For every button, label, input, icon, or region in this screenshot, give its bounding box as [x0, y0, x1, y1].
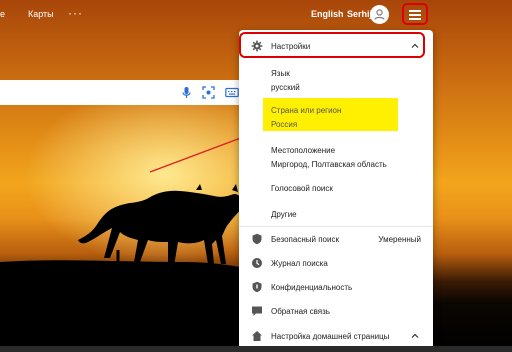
chevron-up-icon	[411, 43, 419, 48]
gear-icon	[251, 40, 263, 52]
chevron-up-icon	[411, 333, 419, 338]
feedback-item[interactable]: Обратная связь	[239, 303, 433, 319]
language-value: русский	[271, 83, 300, 92]
divider	[239, 226, 433, 227]
shield-check-icon	[252, 281, 262, 293]
settings-header-label: Настройки	[271, 42, 311, 51]
safe-search-label: Безопасный поиск	[271, 235, 339, 244]
region-setting[interactable]: Страна или регион Россия	[239, 100, 433, 130]
clock-icon	[252, 258, 262, 268]
privacy-label: Конфиденциальность	[271, 283, 353, 292]
other-settings-label: Другие	[271, 210, 297, 219]
safe-search-item[interactable]: Безопасный поиск Умеренный	[239, 231, 433, 247]
privacy-item[interactable]: Конфиденциальность	[239, 279, 433, 295]
chat-icon	[252, 306, 262, 316]
search-history-item[interactable]: Журнал поиска	[239, 255, 433, 271]
voice-search-label: Голосовой поиск	[271, 184, 333, 193]
location-setting[interactable]: Местоположение Миргород, Полтавская обла…	[239, 142, 433, 172]
location-value: Миргород, Полтавская область	[271, 160, 387, 169]
language-label: Язык	[271, 69, 290, 78]
home-icon	[252, 331, 262, 341]
region-label: Страна или регион	[271, 106, 342, 115]
region-value: Россия	[271, 120, 298, 129]
location-label: Местоположение	[271, 146, 336, 155]
search-history-label: Журнал поиска	[271, 259, 328, 268]
homepage-settings-item[interactable]: Настройка домашней страницы	[239, 328, 433, 344]
shield-icon	[252, 233, 262, 245]
voice-search-setting[interactable]: Голосовой поиск	[239, 180, 433, 196]
settings-header[interactable]: Настройки	[239, 38, 433, 54]
bottom-bar	[0, 346, 512, 352]
feedback-label: Обратная связь	[271, 307, 330, 316]
other-settings[interactable]: Другие	[239, 206, 433, 222]
language-setting[interactable]: Язык русский	[239, 65, 433, 95]
settings-menu: Настройки Язык русский Страна или регион…	[239, 30, 433, 352]
safe-search-value: Умеренный	[378, 235, 421, 244]
homepage-settings-label: Настройка домашней страницы	[271, 332, 390, 341]
